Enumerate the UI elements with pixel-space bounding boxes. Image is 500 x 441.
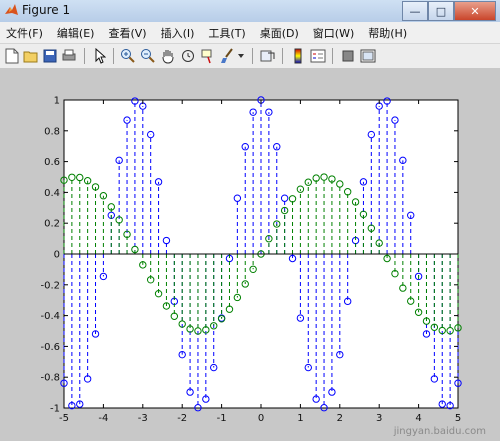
menu-window[interactable]: 窗口(W): [307, 25, 362, 41]
maximize-button[interactable]: □: [428, 1, 454, 21]
save-icon[interactable]: [42, 48, 58, 64]
menu-view[interactable]: 查看(V): [102, 25, 154, 41]
window-titlebar: Figure 1 — □ ✕: [0, 0, 500, 23]
x-tick-label: 3: [376, 413, 382, 424]
y-tick-label: 0.2: [44, 219, 60, 230]
figure-toolbar: [0, 43, 500, 69]
y-tick-label: -0.2: [40, 280, 60, 291]
x-tick-label: -5: [59, 413, 69, 424]
x-tick-label: -2: [177, 413, 187, 424]
y-tick-label: -0.4: [40, 311, 60, 322]
toolbar-separator: [332, 48, 333, 64]
menu-insert[interactable]: 插入(I): [155, 25, 203, 41]
brush-icon[interactable]: [220, 48, 236, 64]
menu-file[interactable]: 文件(F): [0, 25, 51, 41]
y-tick-label: -0.8: [40, 373, 60, 384]
x-tick-label: -4: [98, 413, 108, 424]
toolbar-separator: [84, 48, 85, 64]
insert-legend-icon[interactable]: [310, 48, 326, 64]
x-tick-label: 5: [455, 413, 461, 424]
y-tick-label: 0.6: [44, 157, 60, 168]
x-tick-label: -1: [217, 413, 227, 424]
show-plot-tools-icon[interactable]: [360, 48, 376, 64]
brush-dropdown-icon[interactable]: [236, 48, 246, 64]
data-cursor-icon[interactable]: [200, 48, 216, 64]
zoom-out-icon[interactable]: [140, 48, 156, 64]
menu-edit[interactable]: 编辑(E): [51, 25, 103, 41]
x-tick-label: 2: [337, 413, 343, 424]
watermark: jingyan.baidu.com: [393, 426, 486, 437]
y-tick-label: 0.4: [44, 188, 60, 199]
y-tick-label: -1: [50, 404, 60, 415]
menu-desktop[interactable]: 桌面(D): [254, 25, 307, 41]
hide-plot-tools-icon[interactable]: [340, 48, 356, 64]
toolbar-separator: [252, 48, 253, 64]
y-tick-label: 1: [54, 96, 60, 107]
x-tick-label: 1: [297, 413, 303, 424]
x-tick-label: 0: [258, 413, 264, 424]
x-tick-label: 4: [415, 413, 421, 424]
y-tick-label: 0: [54, 250, 60, 261]
menu-bar: 文件(F) 编辑(E) 查看(V) 插入(I) 工具(T) 桌面(D) 窗口(W…: [0, 22, 500, 43]
zoom-in-icon[interactable]: [120, 48, 136, 64]
y-tick-label: 0.8: [44, 126, 60, 137]
x-tick-label: -3: [138, 413, 148, 424]
matlab-logo-icon: [5, 4, 18, 15]
open-file-icon[interactable]: [23, 48, 39, 64]
insert-colorbar-icon[interactable]: [290, 48, 306, 64]
menu-tools[interactable]: 工具(T): [202, 25, 253, 41]
toolbar-separator: [282, 48, 283, 64]
close-button[interactable]: ✕: [454, 1, 496, 21]
y-tick-label: -0.6: [40, 342, 60, 353]
link-plot-icon[interactable]: [260, 48, 276, 64]
pointer-icon[interactable]: [92, 48, 108, 64]
window-title: Figure 1: [22, 3, 71, 17]
toolbar-separator: [113, 48, 114, 64]
rotate-3d-icon[interactable]: [180, 48, 196, 64]
print-icon[interactable]: [61, 48, 77, 64]
menu-help[interactable]: 帮助(H): [362, 25, 415, 41]
new-figure-icon[interactable]: [4, 48, 20, 64]
pan-hand-icon[interactable]: [160, 48, 176, 64]
window-controls: — □ ✕: [402, 1, 496, 21]
minimize-button[interactable]: —: [402, 1, 428, 21]
plot-axes: -5 -4 -3 -2 -1 0 1 2 3 4 5 -1 -0.8 -0.6 -0.4 -0.2 0 0.2 0.…: [40, 96, 462, 424]
